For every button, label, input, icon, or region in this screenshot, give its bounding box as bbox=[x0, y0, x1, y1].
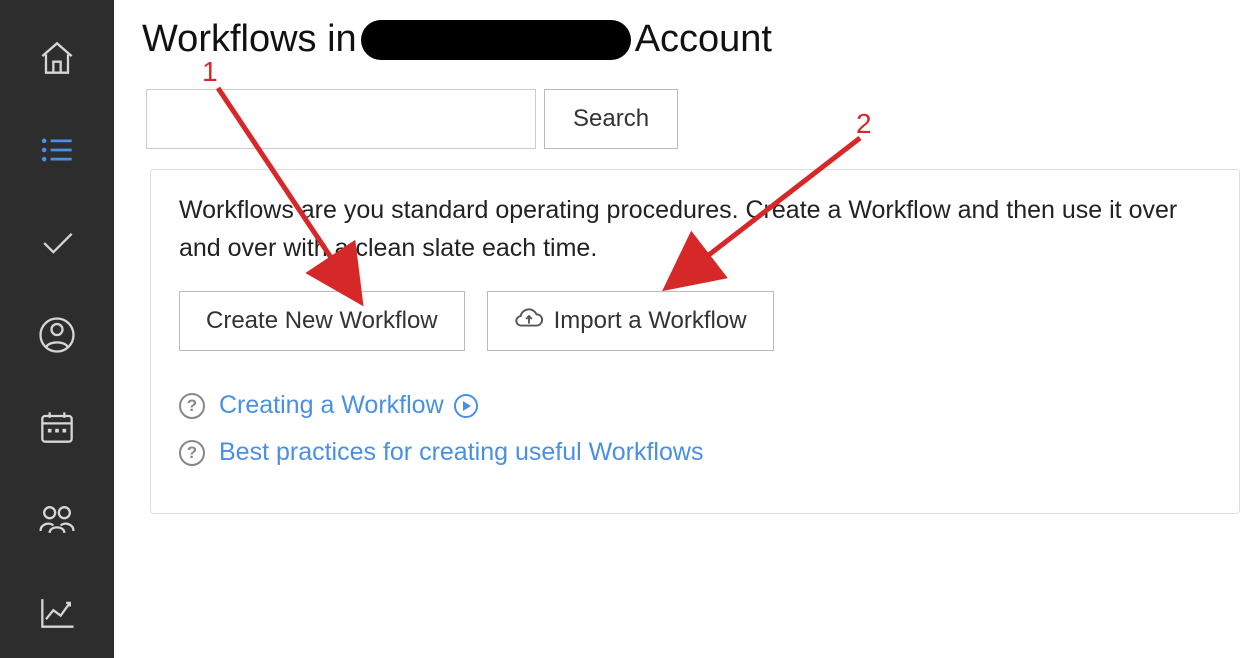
help-link-row-1: ? Creating a Workflow bbox=[179, 391, 1215, 420]
calendar-icon bbox=[35, 405, 79, 449]
sidebar-item-home[interactable] bbox=[0, 12, 114, 104]
question-icon: ? bbox=[179, 440, 205, 466]
sidebar-item-chart[interactable] bbox=[0, 566, 114, 658]
help-link-label: Best practices for creating useful Workf… bbox=[219, 438, 703, 467]
help-link-label: Creating a Workflow bbox=[219, 391, 444, 420]
sidebar-item-calendar[interactable] bbox=[0, 381, 114, 473]
import-workflow-button[interactable]: Import a Workflow bbox=[487, 291, 774, 351]
create-button-label: Create New Workflow bbox=[206, 307, 438, 335]
panel-description: Workflows are you standard operating pro… bbox=[179, 192, 1215, 267]
user-icon bbox=[35, 313, 79, 357]
home-icon bbox=[35, 36, 79, 80]
cloud-upload-icon bbox=[514, 306, 544, 337]
sidebar-item-user[interactable] bbox=[0, 289, 114, 381]
list-icon bbox=[35, 128, 79, 172]
title-suffix: Account bbox=[635, 18, 772, 61]
question-icon: ? bbox=[179, 393, 205, 419]
search-button[interactable]: Search bbox=[544, 89, 678, 149]
title-prefix: Workflows in bbox=[142, 18, 357, 61]
import-button-label: Import a Workflow bbox=[554, 307, 747, 335]
sidebar-item-check[interactable] bbox=[0, 197, 114, 289]
check-icon bbox=[35, 221, 79, 265]
button-row: Create New Workflow Import a Workflow bbox=[179, 291, 1215, 351]
play-icon bbox=[454, 394, 478, 418]
chart-icon bbox=[35, 590, 79, 634]
sidebar bbox=[0, 0, 114, 658]
sidebar-item-people[interactable] bbox=[0, 473, 114, 565]
search-row: Search bbox=[146, 89, 1256, 149]
help-link-creating-workflow[interactable]: Creating a Workflow bbox=[219, 391, 478, 420]
sidebar-item-list[interactable] bbox=[0, 104, 114, 196]
page-title: Workflows in Account bbox=[142, 18, 1256, 61]
search-input[interactable] bbox=[146, 89, 536, 149]
main-content: Workflows in Account Search Workflows ar… bbox=[114, 0, 1256, 658]
help-link-row-2: ? Best practices for creating useful Wor… bbox=[179, 438, 1215, 467]
create-new-workflow-button[interactable]: Create New Workflow bbox=[179, 291, 465, 351]
workflows-panel: Workflows are you standard operating pro… bbox=[150, 169, 1240, 514]
redacted-account-name bbox=[361, 20, 631, 60]
people-icon bbox=[35, 498, 79, 542]
help-link-best-practices[interactable]: Best practices for creating useful Workf… bbox=[219, 438, 703, 467]
